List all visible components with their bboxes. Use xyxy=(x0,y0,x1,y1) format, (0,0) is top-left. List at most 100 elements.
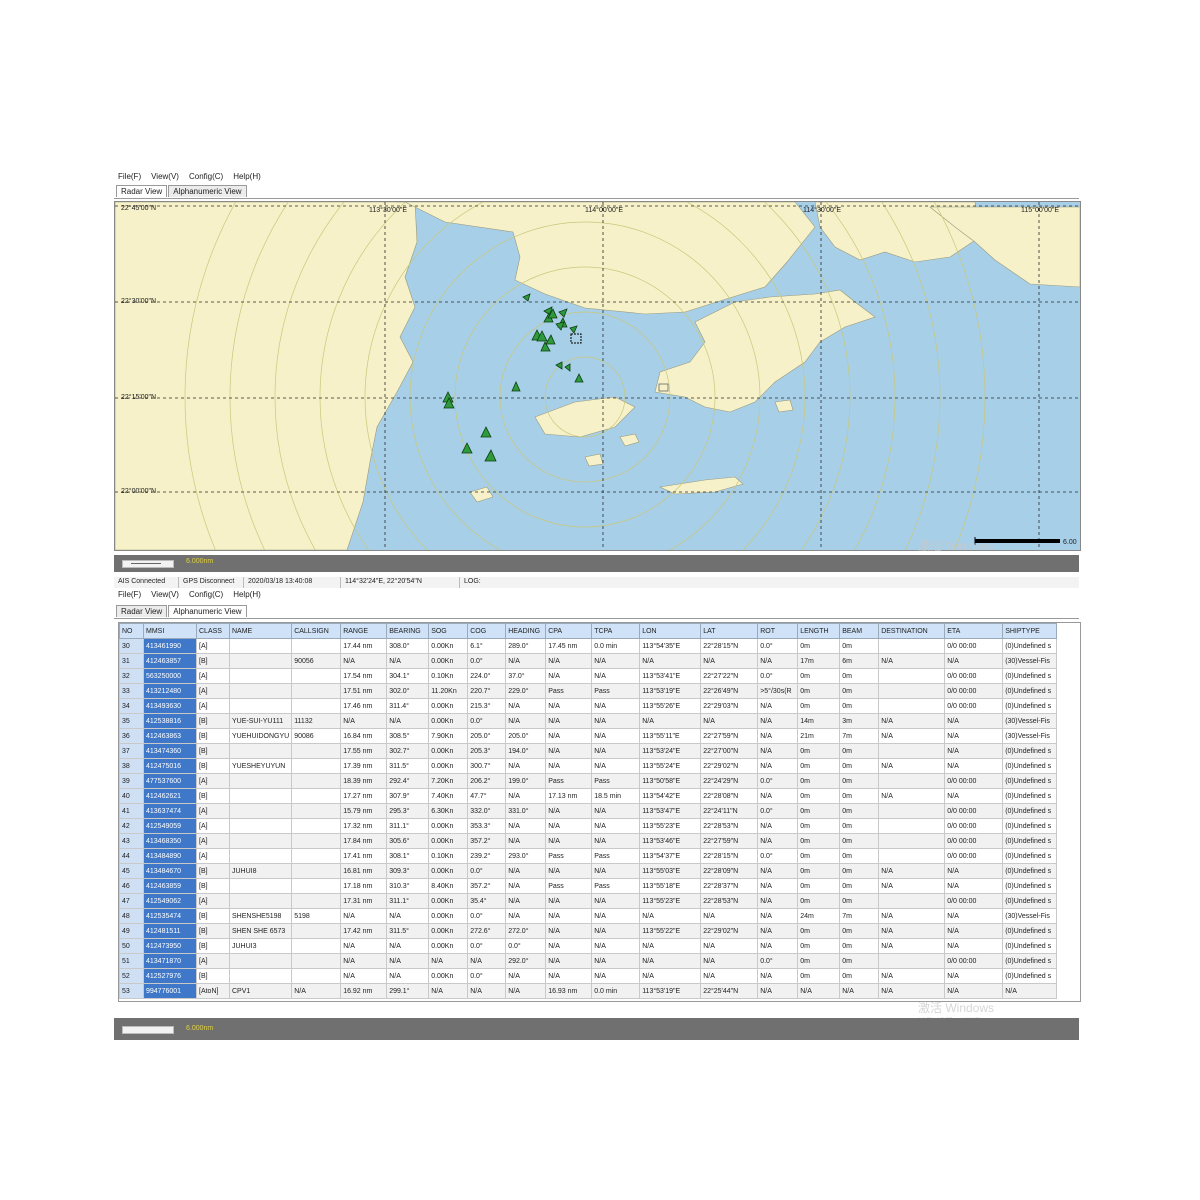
table-row[interactable]: 39 477537600 [A] 18.39 nm 292.4° 7.20Kn 206.2°… xyxy=(119,773,1058,789)
cell-name: JUHUI3 xyxy=(228,938,293,954)
tab-radar-view[interactable]: Radar View xyxy=(116,185,168,197)
cell-tcpa: N/A xyxy=(591,908,641,924)
cell-length: 0m xyxy=(797,923,841,939)
cell-eta: N/A xyxy=(944,908,1004,924)
cell-cpa: Pass xyxy=(545,773,593,789)
table-row[interactable]: 44 413484890 [A] 17.41 nm 308.1° 0.10Kn 239.2°… xyxy=(119,848,1058,864)
menu-help[interactable]: Help(H) xyxy=(233,590,261,599)
cell-beam: 7m xyxy=(839,728,880,744)
cell-no: 52 xyxy=(119,968,144,984)
scale-ruler[interactable] xyxy=(122,1026,174,1034)
table-row[interactable]: 35 412538816 [B] YUE-SUI-YU111 11132 N/A N/A 0.… xyxy=(119,713,1058,729)
table-row[interactable]: 52 412527976 [B] N/A N/A 0.00Kn 0.0° N/A N/A N/A N… xyxy=(119,968,1058,984)
menu-file[interactable]: File(F) xyxy=(118,590,141,599)
status-gps: GPS Disconnect xyxy=(179,577,244,588)
table-row[interactable]: 32 563250000 [A] 17.54 nm 304.1° 0.10Kn 224.0°… xyxy=(119,668,1058,684)
cell-cpa: Pass xyxy=(545,878,593,894)
table-row[interactable]: 46 412463859 [B] 17.18 nm 310.3° 8.40Kn 357.2°… xyxy=(119,878,1058,894)
tab-alphanumeric-view[interactable]: Alphanumeric View xyxy=(168,605,247,617)
radar-map-canvas[interactable]: 22°45'00"N 22°30'00"N 22°15'00"N 22°00'0… xyxy=(115,202,1080,550)
cell-length: 0m xyxy=(797,878,841,894)
column-header-rot[interactable]: ROT xyxy=(757,623,799,639)
cell-bearing: N/A xyxy=(386,908,430,924)
radar-map[interactable]: 22°45'00"N 22°30'00"N 22°15'00"N 22°00'0… xyxy=(114,201,1081,551)
column-header-callsign[interactable]: CALLSIGN xyxy=(291,623,342,639)
table-row[interactable]: 49 412481511 [B] SHEN SHE 6573 17.42 nm 311.5… xyxy=(119,923,1058,939)
status-bar: AIS Connected GPS Disconnect 2020/03/18 … xyxy=(114,577,1079,588)
column-header-cpa[interactable]: CPA xyxy=(545,623,593,639)
cell-no: 33 xyxy=(119,683,144,699)
table-row[interactable]: 34 413493630 [A] 17.46 nm 311.4° 0.00Kn 215.3°… xyxy=(119,698,1058,714)
cell-callsign xyxy=(291,923,342,939)
tab-alphanumeric-view[interactable]: Alphanumeric View xyxy=(168,185,247,197)
table-row[interactable]: 53 994776001 [AtoN] CPV1 N/A 16.92 nm 299.1° N/… xyxy=(119,983,1058,999)
table-row[interactable]: 33 413212480 [A] 17.51 nm 302.0° 11.20Kn 220.7… xyxy=(119,683,1058,699)
column-header-heading[interactable]: HEADING xyxy=(505,623,547,639)
cell-heading: 194.0° xyxy=(505,743,547,759)
menu-view[interactable]: View(V) xyxy=(151,172,179,181)
table-row[interactable]: 30 413461990 [A] 17.44 nm 308.0° 0.00Kn 6.1° 28… xyxy=(119,638,1058,654)
cell-mmsi: 412475016 xyxy=(143,758,197,774)
column-header-eta[interactable]: ETA xyxy=(944,623,1004,639)
scale-ruler[interactable] xyxy=(122,560,174,568)
menu-view[interactable]: View(V) xyxy=(151,590,179,599)
column-header-range[interactable]: RANGE xyxy=(340,623,388,639)
table-row[interactable]: 48 412535474 [B] SHENSHE5198 5198 N/A N/A 0.00K… xyxy=(119,908,1058,924)
table-row[interactable]: 31 412463857 [B] 90056 N/A N/A 0.00Kn 0.0° N/A N/… xyxy=(119,653,1058,669)
cell-tcpa: N/A xyxy=(591,803,641,819)
column-header-length[interactable]: LENGTH xyxy=(797,623,841,639)
menu-help[interactable]: Help(H) xyxy=(233,172,261,181)
table-row[interactable]: 37 413474360 [B] 17.55 nm 302.7° 0.00Kn 205.3°… xyxy=(119,743,1058,759)
cell-lat: N/A xyxy=(700,968,759,984)
column-header-destination[interactable]: DESTINATION xyxy=(878,623,946,639)
cell-cog: 332.0° xyxy=(467,803,507,819)
table-row[interactable]: 40 412462621 [B] 17.27 nm 307.9° 7.40Kn 47.7° N… xyxy=(119,788,1058,804)
cell-class: [A] xyxy=(196,833,230,849)
column-header-no[interactable]: NO xyxy=(119,623,144,639)
table-row[interactable]: 45 413484670 [B] JUHUI8 16.81 nm 309.3° 0.00Kn… xyxy=(119,863,1058,879)
tab-radar-view[interactable]: Radar View xyxy=(116,605,168,617)
table-row[interactable]: 41 413637474 [A] 15.79 nm 295.3° 6.30Kn 332.0°… xyxy=(119,803,1058,819)
cell-cog: 0.0° xyxy=(467,938,507,954)
column-header-shiptype[interactable]: SHIPTYPE xyxy=(1002,623,1058,639)
cell-lat: 22°24'29"N xyxy=(700,773,759,789)
column-header-cog[interactable]: COG xyxy=(467,623,507,639)
lat-label-2: 22°30'00"N xyxy=(121,297,156,305)
cell-sog: 7.90Kn xyxy=(428,728,469,744)
cell-length: N/A xyxy=(797,983,841,999)
cell-shiptype: (0)Undefined s xyxy=(1002,638,1058,654)
column-header-sog[interactable]: SOG xyxy=(428,623,469,639)
cell-name xyxy=(228,668,293,684)
table-row[interactable]: 42 412549059 [A] 17.32 nm 311.1° 0.00Kn 353.3°… xyxy=(119,818,1058,834)
cell-eta: 0/0 00:00 xyxy=(944,698,1004,714)
cell-lon: 113°55'11"E xyxy=(639,728,702,744)
column-header-beam[interactable]: BEAM xyxy=(839,623,880,639)
column-header-tcpa[interactable]: TCPA xyxy=(591,623,641,639)
column-header-lat[interactable]: LAT xyxy=(700,623,759,639)
table-row[interactable]: 43 413468350 [A] 17.84 nm 305.6° 0.00Kn 357.2°… xyxy=(119,833,1058,849)
ais-target-table-container[interactable]: NO MMSI CLASS NAME CALLSIGN RANGE BEARING SOG CO… xyxy=(118,622,1081,1002)
cell-name: YUE-SUI-YU111 xyxy=(228,713,293,729)
table-row[interactable]: 38 412475016 [B] YUESHEYUYUN 17.39 nm 311.5° 0… xyxy=(119,758,1058,774)
column-header-lon[interactable]: LON xyxy=(639,623,702,639)
menu-file[interactable]: File(F) xyxy=(118,172,141,181)
cell-heading: 272.0° xyxy=(505,923,547,939)
cell-range: 17.84 nm xyxy=(340,833,388,849)
column-header-bearing[interactable]: BEARING xyxy=(386,623,430,639)
column-header-name[interactable]: NAME xyxy=(228,623,293,639)
cell-cpa: Pass xyxy=(545,683,593,699)
menu-config[interactable]: Config(C) xyxy=(189,590,223,599)
cell-range: 17.42 nm xyxy=(340,923,388,939)
column-header-class[interactable]: CLASS xyxy=(196,623,230,639)
cell-cpa: N/A xyxy=(545,803,593,819)
table-row[interactable]: 47 412549062 [A] 17.31 nm 311.1° 0.00Kn 35.4° N… xyxy=(119,893,1058,909)
table-row[interactable]: 36 412463863 [B] YUEHUIDONGYU 90086 16.84 nm 3… xyxy=(119,728,1058,744)
cell-destination: N/A xyxy=(878,758,946,774)
cell-beam: 7m xyxy=(839,908,880,924)
cell-class: [B] xyxy=(196,938,230,954)
table-row[interactable]: 51 413471870 [A] N/A N/A N/A N/A 292.0° N/A N/A N/… xyxy=(119,953,1058,969)
table-row[interactable]: 50 412473950 [B] JUHUI3 N/A N/A 0.00Kn 0.0° 0.0°… xyxy=(119,938,1058,954)
menu-config[interactable]: Config(C) xyxy=(189,172,223,181)
column-header-mmsi[interactable]: MMSI xyxy=(143,623,197,639)
cell-eta: 0/0 00:00 xyxy=(944,833,1004,849)
